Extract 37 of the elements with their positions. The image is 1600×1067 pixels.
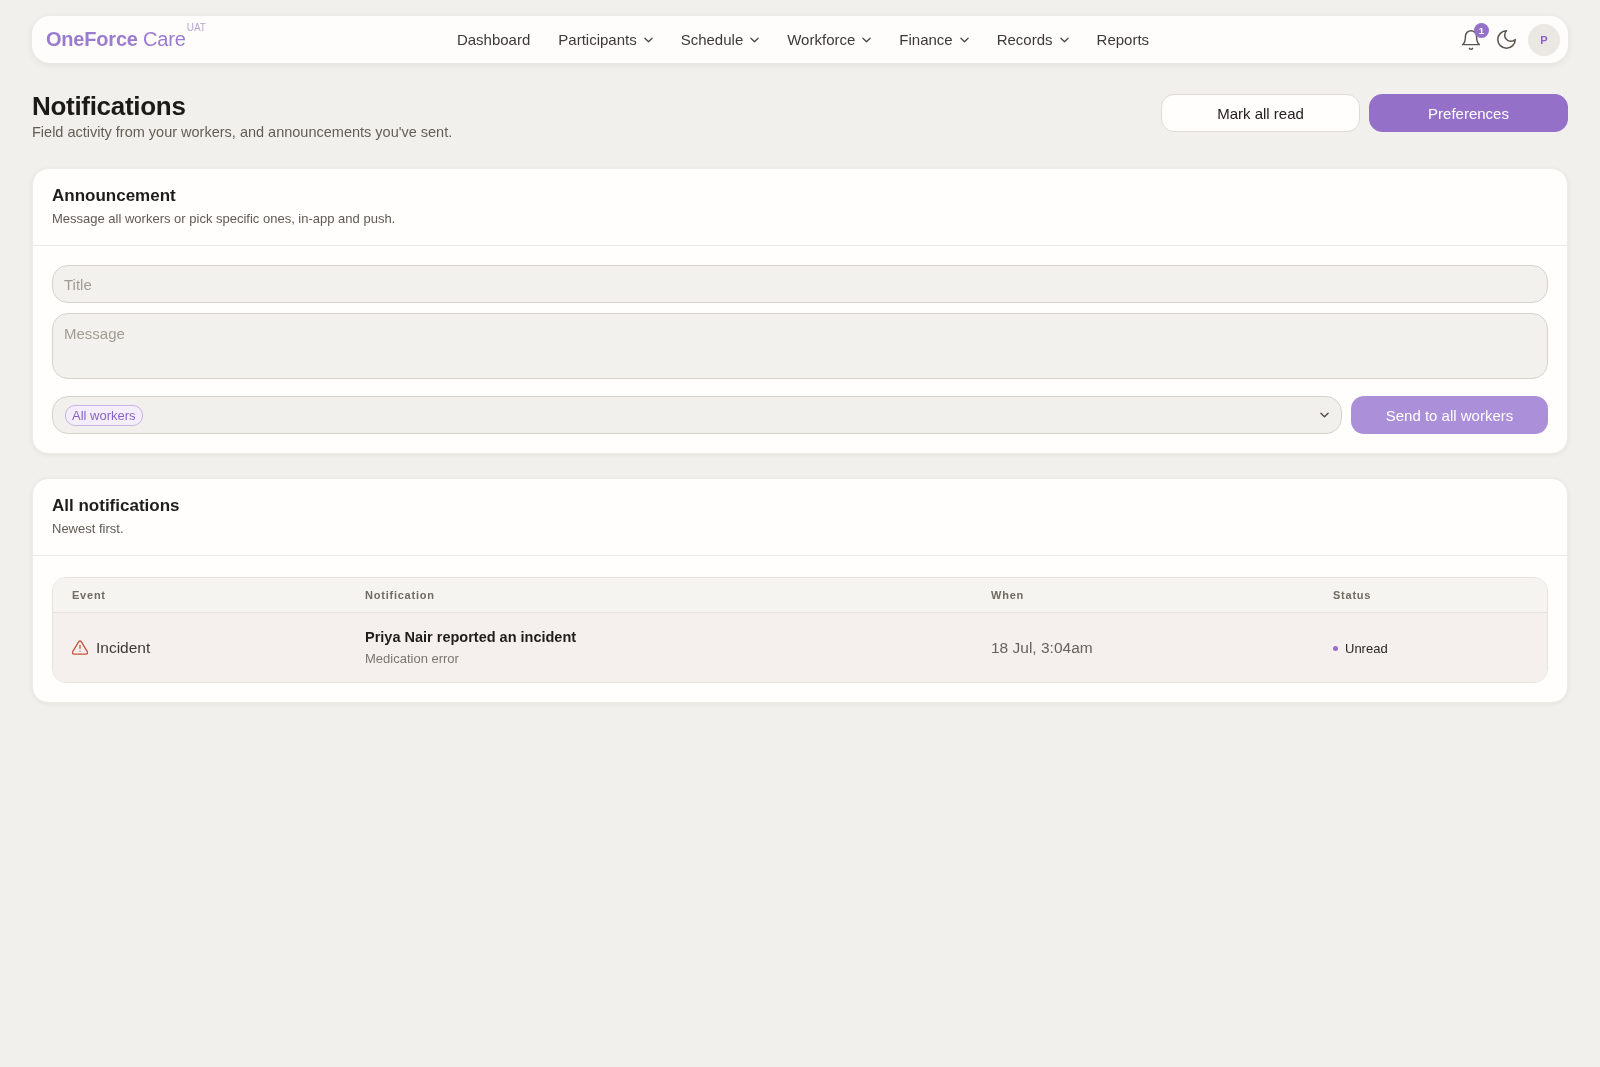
time-cell: 18 Jul, 3:04am <box>991 638 1093 657</box>
avatar-button[interactable]: P <box>1528 23 1560 56</box>
card-subtitle: Message all workers or pick specific ones, in-app and push. <box>52 211 397 227</box>
nav-item[interactable]: Schedule <box>680 31 760 48</box>
card-title: Announcement <box>52 186 177 206</box>
card-subtitle: Newest first. <box>52 521 125 537</box>
column-header: Status <box>1333 589 1372 601</box>
moon-icon[interactable] <box>1497 30 1516 49</box>
notification-title: Priya Nair reported an incident <box>365 629 577 645</box>
nav-item[interactable]: Workforce <box>787 31 872 48</box>
page-subtitle: Field activity from your workers, and announcements you've sent. <box>32 124 453 140</box>
message-input[interactable]: Message <box>52 313 1548 379</box>
nav-item[interactable]: Participants <box>558 31 653 48</box>
notification-detail: Medication error <box>365 651 459 666</box>
status-label: Unread <box>1345 641 1388 656</box>
nav-item[interactable]: Dashboard <box>456 31 531 48</box>
environment-label: UAT <box>186 22 206 33</box>
status-dot-icon <box>1333 646 1338 651</box>
nav-item[interactable]: Records <box>996 31 1069 48</box>
warning-icon <box>72 640 88 655</box>
table-row[interactable]: Incident Priya Nair reported an incident Medication error 18 Jul, 3:04am Unread <box>53 613 1547 682</box>
preferences-button[interactable]: Preferences <box>1369 94 1568 132</box>
recipient-chip[interactable]: All workers <box>65 404 143 426</box>
bell-icon[interactable] <box>1461 29 1481 50</box>
recipient-select[interactable]: All workers <box>52 396 1342 434</box>
mark-all-read-button[interactable]: Mark all read <box>1161 94 1360 132</box>
page-title: Notifications <box>32 91 187 121</box>
column-header: Notification <box>365 589 435 601</box>
nav-item[interactable]: Reports <box>1096 31 1150 48</box>
title-input[interactable]: Title <box>52 265 1548 303</box>
card-title: All notifications <box>52 496 181 516</box>
chevron-down-icon <box>1320 412 1329 418</box>
event-label: Incident <box>96 638 151 657</box>
column-header: When <box>991 589 1025 601</box>
notification-count-badge: 1 <box>1474 22 1489 38</box>
nav-item[interactable]: Finance <box>899 31 969 48</box>
column-header: Event <box>72 589 106 601</box>
